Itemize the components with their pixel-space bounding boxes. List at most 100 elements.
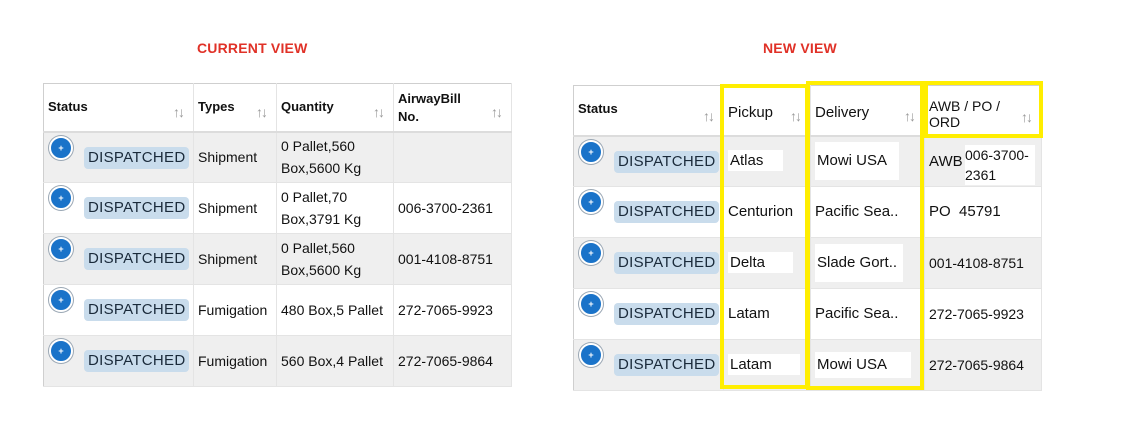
- status-badge: DISPATCHED: [614, 252, 720, 274]
- quantity-cell: 0 Pallet,70 Box,3791 Kg: [276, 182, 394, 234]
- sort-arrows-icon[interactable]: ↑↓: [904, 107, 916, 125]
- awb-cell: 001-4108-8751: [393, 233, 512, 285]
- quantity-cell: 0 Pallet,560 Box,5600 Kg: [276, 131, 394, 183]
- header-label: Status: [578, 101, 618, 116]
- column-header-awb[interactable]: AirwayBill No. ↑↓: [393, 83, 512, 133]
- type-cell: Fumigation: [193, 284, 277, 336]
- type-cell: Shipment: [193, 182, 277, 234]
- pickup-cell: Atlas: [723, 135, 811, 187]
- pickup-value: Delta: [728, 252, 794, 273]
- quantity-cell: 560 Box,4 Pallet: [276, 335, 394, 387]
- status-badge: DISPATCHED: [614, 201, 720, 223]
- type-cell: Fumigation: [193, 335, 277, 387]
- table-row[interactable]: + DISPATCHED Centurion Pacific Sea.. PO 4…: [573, 186, 1042, 238]
- header-label: Delivery: [815, 104, 870, 121]
- pickup-cell: Centurion: [723, 186, 811, 238]
- status-badge: DISPATCHED: [84, 350, 190, 372]
- status-badge: DISPATCHED: [84, 197, 190, 219]
- sort-arrows-icon[interactable]: ↑↓: [1021, 109, 1033, 125]
- header-label: AWB / PO / ORD: [929, 98, 1001, 130]
- table-row[interactable]: + DISPATCHED Fumigation 560 Box,4 Pallet …: [43, 335, 512, 387]
- column-header-delivery[interactable]: Delivery ↑↓: [810, 85, 925, 137]
- table-header-row: Status ↑↓ Types ↑↓ Quantity ↑↓ AirwayBill N…: [43, 83, 512, 133]
- table-row[interactable]: + DISPATCHED Latam Mowi USA 272-7065-9864: [573, 339, 1042, 391]
- table-row[interactable]: + DISPATCHED Latam Pacific Sea.. 272-7065…: [573, 288, 1042, 340]
- sort-arrows-icon[interactable]: ↑↓: [790, 107, 802, 125]
- delivery-value: Slade Gort..: [815, 244, 904, 282]
- status-cell: + DISPATCHED: [43, 182, 194, 234]
- expand-plus-icon[interactable]: +: [49, 135, 73, 160]
- status-badge: DISPATCHED: [614, 150, 720, 173]
- column-header-awb[interactable]: AWB / PO / ORD ↑↓: [924, 85, 1042, 137]
- sort-arrows-icon[interactable]: ↑↓: [703, 107, 715, 125]
- column-header-pickup[interactable]: Pickup ↑↓: [723, 85, 811, 137]
- quantity-cell: 480 Box,5 Pallet: [276, 284, 394, 336]
- awb-cell: 006-3700-2361: [393, 182, 512, 234]
- status-badge: DISPATCHED: [84, 248, 190, 270]
- expand-plus-icon[interactable]: +: [579, 190, 603, 214]
- column-header-quantity[interactable]: Quantity ↑↓: [276, 83, 394, 133]
- current-view-table: Status ↑↓ Types ↑↓ Quantity ↑↓ AirwayBill N…: [43, 83, 512, 387]
- column-header-types[interactable]: Types ↑↓: [193, 83, 277, 133]
- table-row[interactable]: + DISPATCHED Fumigation 480 Box,5 Pallet …: [43, 284, 512, 336]
- awb-cell: PO 45791: [924, 186, 1042, 238]
- table-row[interactable]: + DISPATCHED Shipment 0 Pallet,560 Box,56…: [43, 131, 512, 183]
- delivery-cell: Pacific Sea..: [810, 186, 925, 238]
- awb-cell: 001-4108-8751: [924, 237, 1042, 289]
- header-label: Quantity: [281, 99, 334, 114]
- awb-prefix: AWB: [929, 152, 963, 170]
- new-view-table: Status ↑↓ Pickup ↑↓ Delivery ↑↓ AWB / PO / …: [573, 85, 1042, 391]
- expand-plus-icon[interactable]: +: [49, 237, 73, 261]
- status-cell: + DISPATCHED: [573, 186, 724, 238]
- awb-cell: 272-7065-9923: [924, 288, 1042, 340]
- current-view-title: CURRENT VIEW: [197, 40, 308, 56]
- column-header-status[interactable]: Status ↑↓: [43, 83, 194, 133]
- expand-plus-icon[interactable]: +: [579, 139, 603, 164]
- status-cell: + DISPATCHED: [573, 288, 724, 340]
- pickup-value: Atlas: [728, 150, 784, 172]
- column-header-status[interactable]: Status ↑↓: [573, 85, 724, 137]
- header-label: AirwayBill No.: [398, 91, 461, 124]
- sort-arrows-icon[interactable]: ↑↓: [173, 103, 185, 121]
- expand-plus-icon[interactable]: +: [49, 288, 73, 312]
- awb-prefix: PO: [929, 203, 951, 220]
- delivery-cell: Pacific Sea..: [810, 288, 925, 340]
- pickup-value: Latam: [728, 354, 800, 375]
- pickup-cell: Latam: [723, 339, 811, 391]
- table-row[interactable]: + DISPATCHED Atlas Mowi USA AWB 006-3700-…: [573, 135, 1042, 187]
- status-badge: DISPATCHED: [84, 146, 190, 169]
- new-view-title: NEW VIEW: [763, 40, 837, 56]
- expand-plus-icon[interactable]: +: [49, 186, 73, 210]
- awb-cell: AWB 006-3700-2361: [924, 135, 1042, 187]
- table-header-row: Status ↑↓ Pickup ↑↓ Delivery ↑↓ AWB / PO / …: [573, 85, 1042, 137]
- table-row[interactable]: + DISPATCHED Delta Slade Gort.. 001-4108-…: [573, 237, 1042, 289]
- expand-plus-icon[interactable]: +: [579, 343, 603, 367]
- table-row[interactable]: + DISPATCHED Shipment 0 Pallet,560 Box,56…: [43, 233, 512, 285]
- delivery-cell: Mowi USA: [810, 135, 925, 187]
- awb-cell: 272-7065-9864: [924, 339, 1042, 391]
- delivery-cell: Slade Gort..: [810, 237, 925, 289]
- status-cell: + DISPATCHED: [43, 131, 194, 183]
- pickup-cell: Delta: [723, 237, 811, 289]
- delivery-value: Mowi USA: [815, 352, 912, 378]
- delivery-value: Mowi USA: [815, 142, 900, 181]
- expand-plus-icon[interactable]: +: [49, 339, 73, 363]
- expand-plus-icon[interactable]: +: [579, 241, 603, 265]
- status-cell: + DISPATCHED: [43, 233, 194, 285]
- sort-arrows-icon[interactable]: ↑↓: [373, 103, 385, 121]
- awb-cell: [393, 131, 512, 183]
- awb-value: 006-3700-2361: [965, 144, 1035, 185]
- delivery-cell: Mowi USA: [810, 339, 925, 391]
- awb-cell: 272-7065-9864: [393, 335, 512, 387]
- header-label: Types: [198, 99, 235, 114]
- status-cell: + DISPATCHED: [43, 335, 194, 387]
- status-cell: + DISPATCHED: [573, 135, 724, 187]
- sort-arrows-icon[interactable]: ↑↓: [256, 103, 268, 121]
- header-label: Pickup: [728, 104, 774, 121]
- sort-arrows-icon[interactable]: ↑↓: [491, 103, 503, 121]
- status-badge: DISPATCHED: [614, 354, 720, 376]
- quantity-cell: 0 Pallet,560 Box,5600 Kg: [276, 233, 394, 285]
- expand-plus-icon[interactable]: +: [579, 292, 603, 316]
- awb-cell: 272-7065-9923: [393, 284, 512, 336]
- table-row[interactable]: + DISPATCHED Shipment 0 Pallet,70 Box,379…: [43, 182, 512, 234]
